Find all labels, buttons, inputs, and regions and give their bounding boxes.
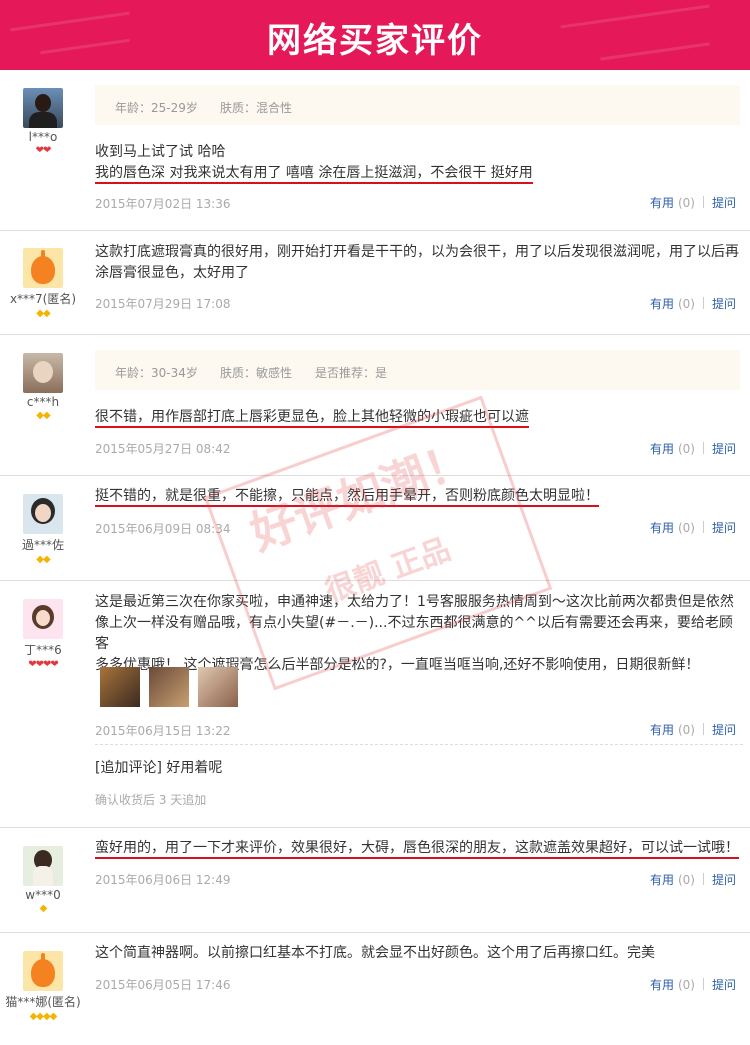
ask-button[interactable]: 提问 (712, 196, 736, 210)
useful-count: (0) (677, 521, 695, 535)
review-actions: 有用 (0) 提问 (650, 440, 736, 457)
review-photo[interactable] (100, 667, 140, 707)
review-date: 2015年05月27日 08:42 (95, 442, 231, 456)
review-date: 2015年06月15日 13:22 (95, 724, 231, 738)
reviewer: 過***佐 ◆◆ (0, 494, 86, 565)
review-text: 这是最近第三次在你家买啦，申通神速，太给力了！1号客服服务热情周到～这次比前两次… (95, 594, 734, 673)
followup-comment: [追加评论] 好用着呢 (95, 760, 223, 776)
reviewer: 猫***娜(匿名) ◆◆◆◆ (0, 951, 86, 1022)
rank-icon: ◆ (39, 903, 48, 914)
avatar (23, 88, 63, 128)
recommend-info: 是否推荐：是 (315, 366, 388, 380)
review-actions: 有用 (0) 提问 (650, 871, 736, 888)
reviewer-name: l***o (28, 130, 58, 144)
avatar (23, 951, 63, 991)
review-date: 2015年07月29日 17:08 (95, 297, 231, 311)
review-text: 挺不错的，就是很重，不能擦，只能点，然后用手晕开，否则粉底颜色太明显啦！ (95, 486, 743, 507)
useful-count: (0) (677, 297, 695, 311)
age-info: 年龄：25-29岁 (115, 101, 198, 115)
review-text: 收到马上试了试 哈哈 我的唇色深 对我来说太有用了 嘻嘻 涂在唇上挺滋润，不会很… (95, 142, 743, 184)
avatar (23, 248, 63, 288)
reviewer-name: c***h (26, 395, 60, 409)
avatar (23, 353, 63, 393)
ask-button[interactable]: 提问 (712, 297, 736, 311)
useful-count: (0) (677, 873, 695, 887)
reviewer-name: 猫***娜(匿名) (5, 995, 81, 1009)
rank-icon: ❤❤❤❤ (28, 659, 59, 670)
reviewer: 丁***6 ❤❤❤❤ (0, 599, 86, 670)
followup-note: 确认收货后 3 天追加 (95, 793, 207, 807)
review-item: c***h ◆◆ 年龄：30-34岁 肤质：敏感性 是否推荐：是 很不错，用作唇… (0, 335, 750, 476)
review-text: 这个简直神器啊。以前擦口红基本不打底。就会显不出好颜色。这个用了后再擦口红。完美 (95, 945, 655, 961)
age-info: 年龄：30-34岁 (115, 366, 198, 380)
useful-count: (0) (677, 978, 695, 992)
review-item: l***o ❤❤ 年龄：25-29岁 肤质：混合性 收到马上试了试 哈哈 我的唇… (0, 70, 750, 231)
review-date: 2015年07月02日 13:36 (95, 197, 231, 211)
useful-count: (0) (677, 442, 695, 456)
review-item: 丁***6 ❤❤❤❤ 这是最近第三次在你家买啦，申通神速，太给力了！1号客服服务… (0, 581, 750, 828)
rank-icon: ◆◆◆◆ (29, 1011, 58, 1022)
avatar (23, 599, 63, 639)
ask-button[interactable]: 提问 (712, 442, 736, 456)
reviewer-name: 丁***6 (24, 643, 62, 657)
ask-button[interactable]: 提问 (712, 873, 736, 887)
useful-count: (0) (677, 196, 695, 210)
review-date: 2015年06月09日 08:34 (95, 522, 231, 536)
review-actions: 有用 (0) 提问 (650, 295, 736, 312)
page-title: 网络买家评价 (267, 21, 483, 61)
reviewer-name: w***0 (25, 888, 61, 902)
ask-button[interactable]: 提问 (712, 723, 736, 737)
review-date: 2015年06月06日 12:49 (95, 873, 231, 887)
page-header: 网络买家评价 (0, 0, 750, 70)
reviewer-info: 年龄：25-29岁 肤质：混合性 (95, 85, 740, 125)
useful-button[interactable]: 有用 (650, 442, 674, 456)
useful-button[interactable]: 有用 (650, 521, 674, 535)
reviewer-name: 過***佐 (21, 538, 64, 552)
review-actions: 有用 (0) 提问 (650, 519, 736, 536)
avatar (23, 494, 63, 534)
skin-info: 肤质：混合性 (220, 101, 293, 115)
useful-button[interactable]: 有用 (650, 297, 674, 311)
skin-info: 肤质：敏感性 (220, 366, 293, 380)
reviewer-info: 年龄：30-34岁 肤质：敏感性 是否推荐：是 (95, 350, 740, 390)
useful-button[interactable]: 有用 (650, 978, 674, 992)
rank-icon: ◆◆ (36, 308, 50, 319)
review-text: 蛮好用的，用了一下才来评价，效果很好，大碍，唇色很深的朋友，这款遮盖效果超好，可… (95, 838, 743, 859)
review-actions: 有用 (0) 提问 (650, 721, 736, 738)
review-text: 很不错，用作唇部打底上唇彩更显色，脸上其他轻微的小瑕疵也可以遮 (95, 407, 743, 428)
review-item: x***7(匿名) ◆◆ 这款打底遮瑕膏真的很好用，刚开始打开看是干干的，以为会… (0, 230, 750, 335)
review-text: 这款打底遮瑕膏真的很好用，刚开始打开看是干干的，以为会很干，用了以后发现很滋润呢… (95, 244, 739, 281)
useful-count: (0) (677, 723, 695, 737)
reviewer: c***h ◆◆ (0, 353, 86, 421)
review-actions: 有用 (0) 提问 (650, 194, 736, 211)
ask-button[interactable]: 提问 (712, 978, 736, 992)
rank-icon: ◆◆ (36, 410, 50, 421)
review-item: 猫***娜(匿名) ◆◆◆◆ 这个简直神器啊。以前擦口红基本不打底。就会显不出好… (0, 933, 750, 1043)
review-photo[interactable] (198, 667, 238, 707)
rank-icon: ❤❤ (35, 145, 52, 156)
review-actions: 有用 (0) 提问 (650, 976, 736, 993)
reviewer-name: x***7(匿名) (9, 292, 77, 306)
useful-button[interactable]: 有用 (650, 196, 674, 210)
useful-button[interactable]: 有用 (650, 873, 674, 887)
avatar (23, 846, 63, 886)
review-item: 過***佐 ◆◆ 挺不错的，就是很重，不能擦，只能点，然后用手晕开，否则粉底颜色… (0, 476, 750, 581)
rank-icon: ◆◆ (36, 554, 50, 565)
review-date: 2015年06月05日 17:46 (95, 978, 231, 992)
reviewer: l***o ❤❤ (0, 88, 86, 156)
reviewer: w***0 ◆ (0, 846, 86, 914)
reviewer: x***7(匿名) ◆◆ (0, 248, 86, 319)
ask-button[interactable]: 提问 (712, 521, 736, 535)
review-item: w***0 ◆ 蛮好用的，用了一下才来评价，效果很好，大碍，唇色很深的朋友，这款… (0, 828, 750, 933)
useful-button[interactable]: 有用 (650, 723, 674, 737)
review-photo[interactable] (149, 667, 189, 707)
